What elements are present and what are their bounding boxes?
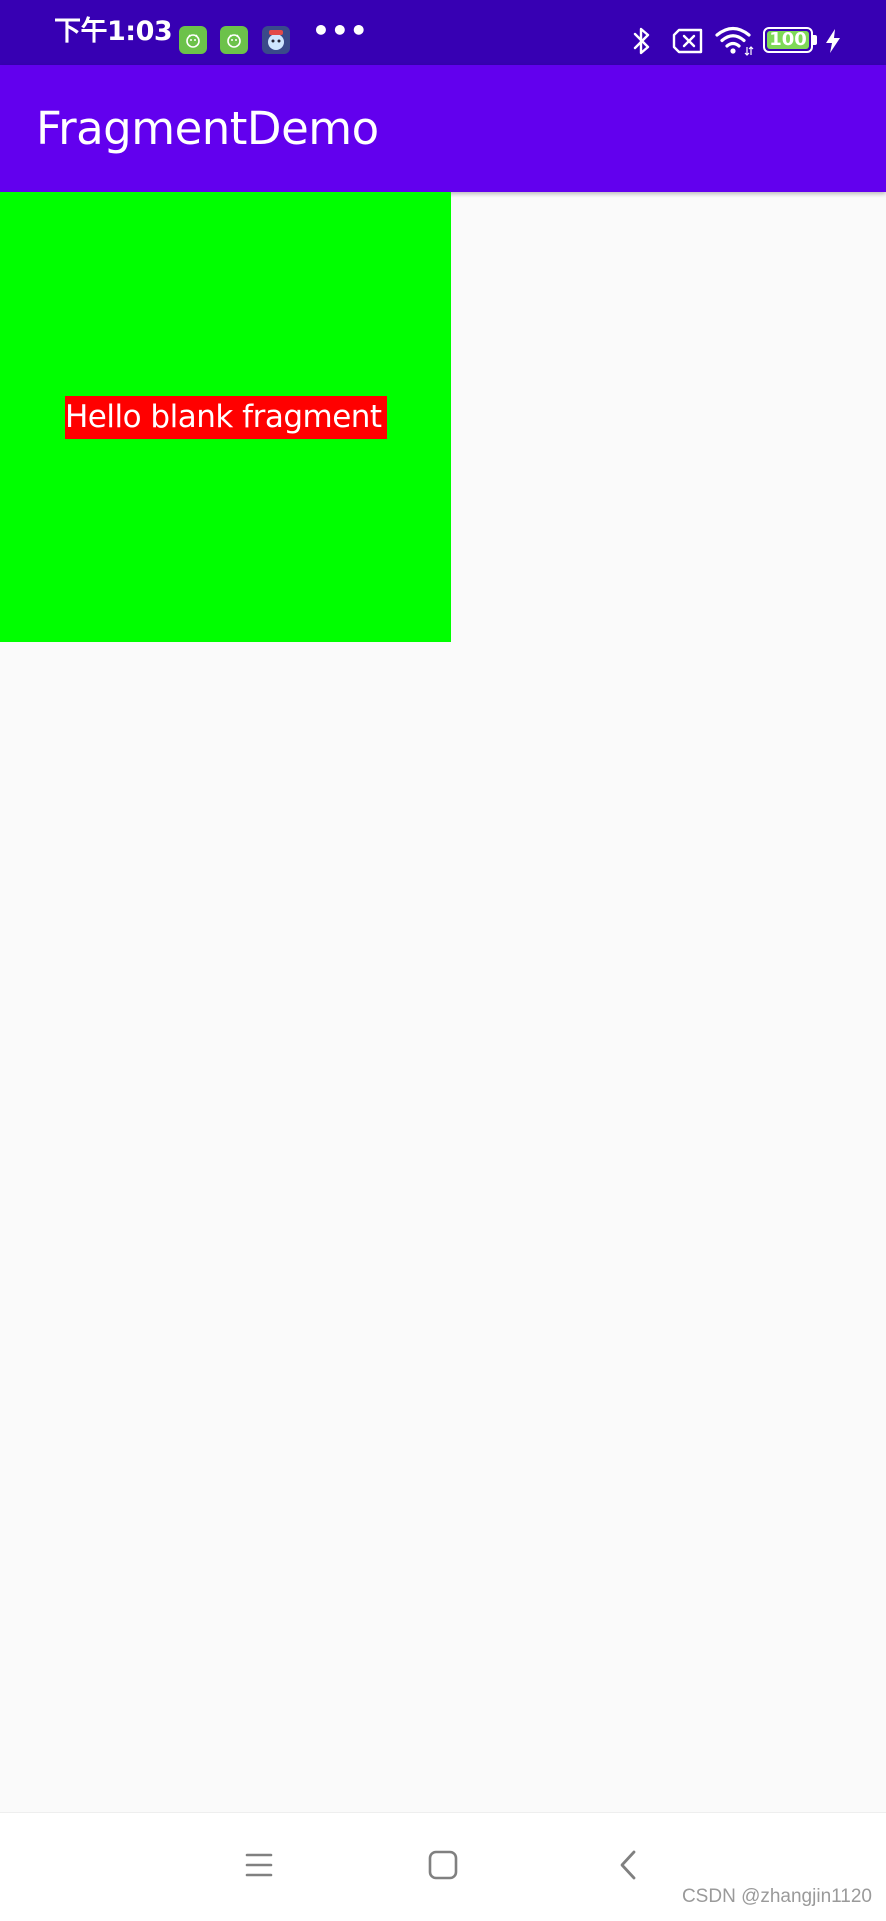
app-title: FragmentDemo bbox=[36, 102, 379, 155]
bluetooth-icon bbox=[633, 27, 650, 55]
status-time: 下午1:03 bbox=[54, 16, 173, 47]
android-notification-icon bbox=[179, 26, 207, 54]
more-notifications-icon: ••• bbox=[312, 14, 369, 47]
wifi-icon bbox=[715, 26, 754, 56]
watermark: CSDN @zhangjin1120 bbox=[681, 1886, 872, 1907]
android-notification-icon bbox=[220, 26, 248, 54]
no-sim-icon bbox=[672, 28, 703, 54]
app-notification-icon bbox=[262, 26, 290, 54]
menu-icon[interactable] bbox=[237, 1843, 281, 1887]
battery-level: 100 bbox=[769, 29, 807, 50]
charging-icon bbox=[826, 29, 840, 53]
app-bar: FragmentDemo bbox=[0, 65, 886, 192]
back-icon[interactable] bbox=[607, 1843, 651, 1887]
battery-icon: 100 bbox=[763, 27, 817, 53]
status-bar: 下午1:03 ••• 100 bbox=[0, 0, 886, 65]
home-icon[interactable] bbox=[421, 1843, 465, 1887]
fragment-text: Hello blank fragment bbox=[65, 396, 387, 439]
blank-fragment: Hello blank fragment bbox=[0, 192, 451, 642]
